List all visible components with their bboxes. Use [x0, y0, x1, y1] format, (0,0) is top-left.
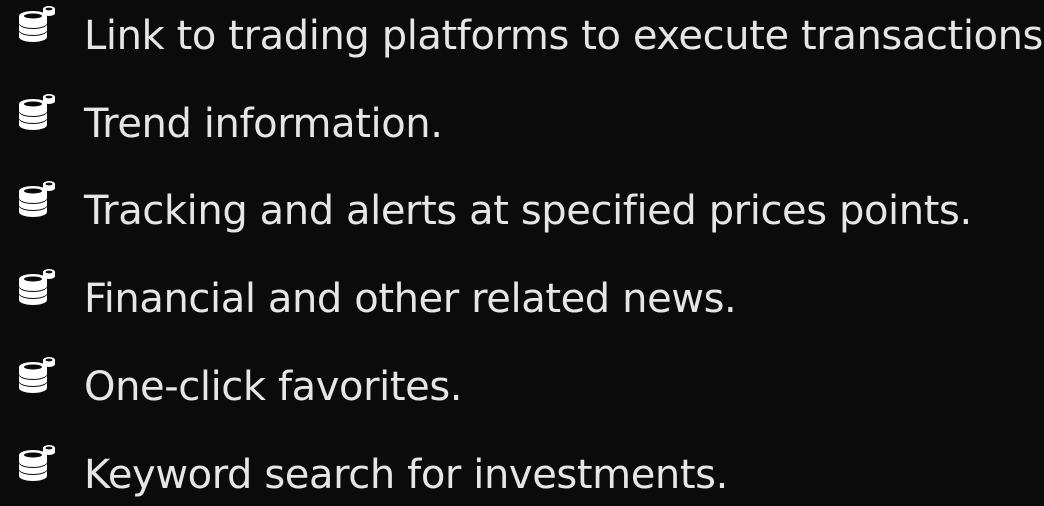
coin-stack-icon [16, 179, 58, 219]
list-item-label: Financial and other related news. [84, 276, 737, 322]
list-item: Keyword search for investments. [0, 437, 1044, 506]
list-item: One-click favorites. [0, 349, 1044, 429]
slide: Link to trading platforms to execute tra… [0, 0, 1044, 506]
list-item: Link to trading platforms to execute tra… [0, 0, 1044, 78]
list-item-label: Link to trading platforms to execute tra… [84, 13, 1044, 59]
list-item-label: Tracking and alerts at specified prices … [84, 188, 972, 234]
list-item-label: Keyword search for investments. [84, 452, 728, 498]
list-item-label: One-click favorites. [84, 364, 463, 410]
list-item: Tracking and alerts at specified prices … [0, 173, 1044, 253]
coin-stack-icon [16, 4, 58, 44]
list-item: Trend information. [0, 86, 1044, 166]
coin-stack-icon [16, 267, 58, 307]
list-item: Financial and other related news. [0, 261, 1044, 341]
coin-stack-icon [16, 92, 58, 132]
list-item-label: Trend information. [84, 101, 443, 147]
coin-stack-icon [16, 443, 58, 483]
coin-stack-icon [16, 355, 58, 395]
